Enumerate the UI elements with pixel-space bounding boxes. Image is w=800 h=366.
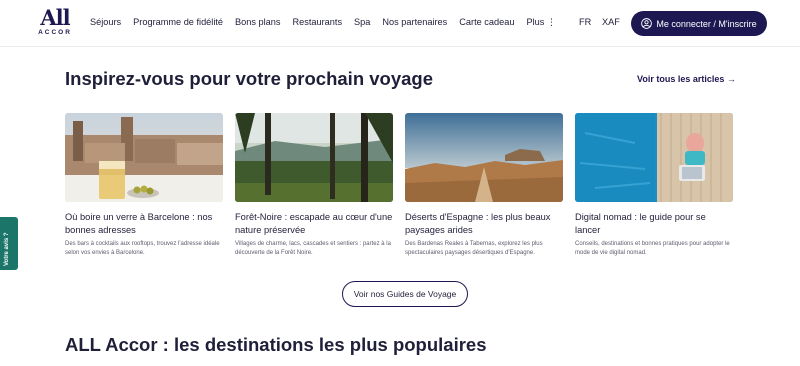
feedback-tab[interactable]: Votre avis ?	[0, 217, 18, 270]
article-card-barcelona[interactable]: Où boire un verre à Barcelone : nos bonn…	[65, 113, 223, 258]
menu-item-fidelite[interactable]: Programme de fidélité	[133, 17, 223, 28]
menu-item-bons-plans[interactable]: Bons plans	[235, 17, 280, 28]
destinations-title: ALL Accor : les destinations les plus po…	[65, 334, 487, 355]
menu-item-partenaires[interactable]: Nos partenaires	[382, 17, 447, 28]
menu-item-plus[interactable]: Plus ⋮	[526, 17, 556, 28]
article-title: Digital nomad : le guide pour se lancer	[575, 212, 706, 235]
article-cards: Où boire un verre à Barcelone : nos bonn…	[65, 113, 733, 258]
article-description: Villages de charme, lacs, cascades et se…	[235, 241, 391, 256]
feedback-label: Votre avis ?	[4, 232, 10, 266]
see-all-articles-link[interactable]: Voir tous les articles →	[637, 74, 736, 84]
login-button[interactable]: Me connecter / M'inscrire	[631, 11, 767, 36]
menu-item-restaurants[interactable]: Restaurants	[293, 17, 343, 28]
menu-item-sejours[interactable]: Séjours	[90, 17, 121, 28]
spain-desert-image	[405, 113, 563, 202]
article-description: Des bars à cocktails aux rooftops, trouv…	[65, 241, 220, 256]
top-navigation: All ACCOR Séjours Programme de fidélité …	[0, 0, 800, 47]
barcelona-image	[65, 113, 223, 202]
black-forest-image	[235, 113, 393, 202]
logo-all-text: All	[40, 5, 70, 30]
login-label: Me connecter / M'inscrire	[656, 18, 757, 29]
article-card-foret-noire[interactable]: Forêt-Noire : escapade au cœur d'une nat…	[235, 113, 393, 258]
language-selector[interactable]: FR	[579, 17, 591, 27]
main-menu: Séjours Programme de fidélité Bons plans…	[90, 17, 556, 28]
article-card-deserts-espagne[interactable]: Déserts d'Espagne : les plus beaux paysa…	[405, 113, 563, 258]
user-icon	[641, 18, 653, 29]
article-description: Conseils, destinations et bonnes pratiqu…	[575, 241, 730, 256]
accor-logo[interactable]: All ACCOR	[37, 5, 73, 36]
travel-guides-button[interactable]: Voir nos Guides de Voyage	[342, 281, 468, 307]
currency-selector[interactable]: XAF	[602, 17, 620, 27]
menu-item-carte-cadeau[interactable]: Carte cadeau	[459, 17, 514, 28]
article-title: Où boire un verre à Barcelone : nos bonn…	[65, 212, 213, 235]
article-title: Déserts d'Espagne : les plus beaux paysa…	[405, 212, 551, 235]
article-description: Des Bardenas Reales à Tabernas, explorez…	[405, 241, 543, 256]
article-card-digital-nomad[interactable]: Digital nomad : le guide pour se lancer …	[575, 113, 733, 258]
menu-item-spa[interactable]: Spa	[354, 17, 370, 28]
digital-nomad-image	[575, 113, 733, 202]
inspiration-title: Inspirez-vous pour votre prochain voyage	[65, 68, 434, 89]
article-title: Forêt-Noire : escapade au cœur d'une nat…	[235, 212, 393, 235]
logo-accor-text: ACCOR	[38, 29, 72, 36]
